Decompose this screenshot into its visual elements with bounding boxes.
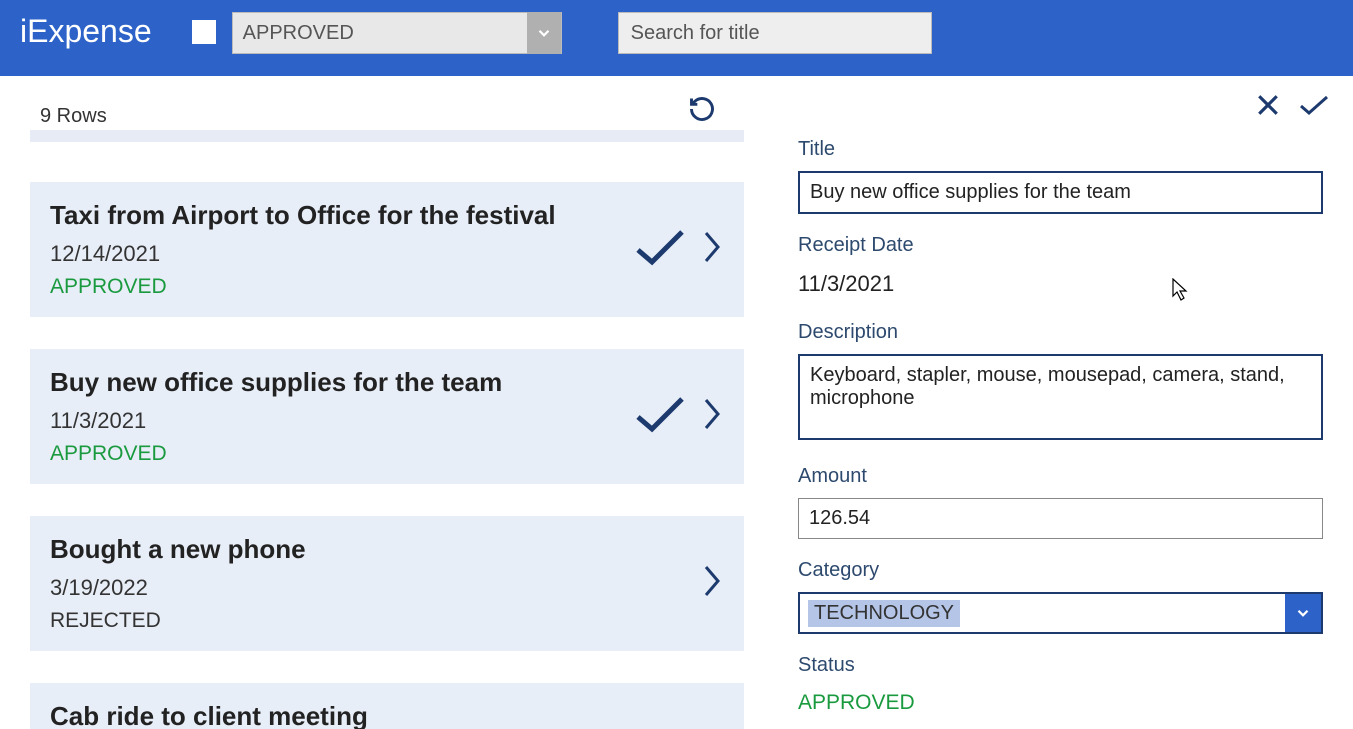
receipt-date-value: 11/3/2021 (798, 267, 1323, 301)
receipt-date-label: Receipt Date (798, 234, 1323, 257)
description-input[interactable] (798, 354, 1323, 440)
list-top-bar (30, 130, 744, 142)
check-icon (1297, 90, 1331, 120)
chevron-right-icon[interactable] (702, 563, 722, 604)
chevron-right-icon[interactable] (702, 229, 722, 270)
list-item[interactable]: Taxi from Airport to Office for the fest… (30, 182, 744, 317)
item-status: REJECTED (50, 609, 702, 633)
confirm-button[interactable] (1295, 90, 1333, 125)
item-title: Cab ride to client meeting (50, 701, 722, 729)
check-icon (632, 393, 688, 440)
amount-input[interactable] (798, 498, 1323, 539)
list-item[interactable]: Buy new office supplies for the team 11/… (30, 349, 744, 484)
expense-list-panel: 9 Rows Taxi from Airport to Office for t… (0, 76, 748, 729)
item-status: APPROVED (50, 275, 632, 299)
title-input[interactable] (798, 171, 1323, 214)
status-label: Status (798, 654, 1323, 677)
list-scroll[interactable]: Taxi from Airport to Office for the fest… (0, 130, 748, 729)
detail-panel: Title Receipt Date 11/3/2021 Description… (748, 76, 1353, 729)
list-item[interactable]: Bought a new phone 3/19/2022 REJECTED (30, 516, 744, 651)
filter-checkbox[interactable] (192, 20, 216, 44)
refresh-button[interactable] (688, 95, 722, 128)
app-header: iExpense APPROVED (0, 0, 1353, 76)
close-icon (1253, 90, 1283, 120)
item-title: Buy new office supplies for the team (50, 367, 632, 398)
list-toolbar: 9 Rows (0, 76, 748, 130)
main-content: 9 Rows Taxi from Airport to Office for t… (0, 76, 1353, 729)
chevron-down-icon (1285, 594, 1321, 632)
item-date: 12/14/2021 (50, 241, 632, 267)
description-label: Description (798, 321, 1323, 344)
category-label: Category (798, 559, 1323, 582)
detail-toolbar (798, 76, 1339, 132)
list-item[interactable]: Cab ride to client meeting (30, 683, 744, 729)
search-input[interactable] (618, 12, 932, 54)
item-status: APPROVED (50, 442, 632, 466)
category-value: TECHNOLOGY (808, 600, 960, 627)
chevron-right-icon[interactable] (702, 396, 722, 437)
item-title: Taxi from Airport to Office for the fest… (50, 200, 632, 231)
app-title: iExpense (20, 10, 152, 52)
amount-label: Amount (798, 465, 1323, 488)
refresh-icon (688, 95, 716, 123)
status-filter-value: APPROVED (233, 22, 354, 45)
item-date: 11/3/2021 (50, 408, 632, 434)
status-value: APPROVED (798, 687, 1323, 719)
detail-scroll[interactable]: Title Receipt Date 11/3/2021 Description… (798, 132, 1339, 729)
chevron-down-icon (527, 12, 561, 54)
row-count-label: 9 Rows (40, 105, 107, 128)
status-filter-select[interactable]: APPROVED (232, 12, 562, 54)
title-label: Title (798, 138, 1323, 161)
check-icon (632, 226, 688, 273)
item-date: 3/19/2022 (50, 575, 702, 601)
item-title: Bought a new phone (50, 534, 702, 565)
category-select[interactable]: TECHNOLOGY (798, 592, 1323, 634)
close-button[interactable] (1251, 90, 1285, 125)
